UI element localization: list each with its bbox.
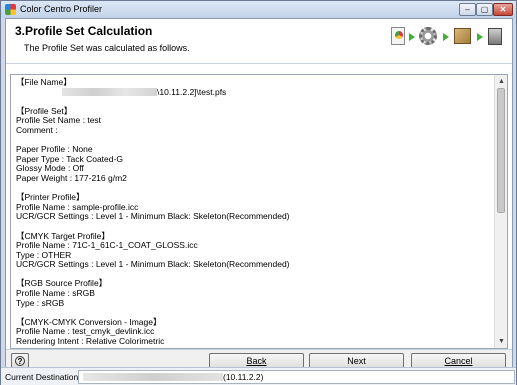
status-bar: Current Destination (10.11.2.2) [1,367,516,385]
scroll-up-icon[interactable]: ▲ [496,76,507,87]
printer-icon [488,28,502,45]
gear-icon [419,27,437,45]
redacted-path [62,88,157,97]
result-line: Comment : [16,124,58,135]
window-title: Color Centro Profiler [20,4,103,14]
color-document-icon [391,27,405,45]
current-destination-value: (10.11.2.2) [223,372,264,382]
result-line: UCR/GCR Settings : Level 1 - Minimum Bla… [16,259,290,270]
vertical-scrollbar[interactable]: ▲ ▼ [494,75,507,348]
result-line: Profile Name : sRGB [16,288,95,299]
workflow-steps [389,25,509,49]
result-line: \10.11.2.2]\test.pfs [16,86,491,98]
result-text-box[interactable]: 【File Name】 \10.11.2.2]\test.pfs 【Profile … [10,74,508,349]
title-bar[interactable]: Color Centro Profiler – ▢ ✕ [1,1,516,18]
result-line: Profile Name : 71C-1_61C-1_COAT_GLOSS.ic… [16,240,198,251]
result-line: UCR/GCR Settings : Level 1 - Minimum Bla… [16,211,290,222]
result-line: Profile Set Name : test [16,115,102,126]
result-line: Type : sRGB [16,297,65,308]
scroll-down-icon[interactable]: ▼ [496,336,507,347]
file-path-text: \10.11.2.2]\test.pfs [157,86,227,97]
app-logo-icon [5,4,16,15]
result-line: Rendering Intent : Relative Colorimetric [16,336,165,347]
wizard-panel: 3.Profile Set Calculation The Profile Se… [5,18,513,382]
wizard-header: 3.Profile Set Calculation The Profile Se… [6,19,512,63]
maximize-button[interactable]: ▢ [476,3,493,16]
current-destination-field: (10.11.2.2) [78,370,515,384]
arrow-right-icon [477,33,483,41]
close-button[interactable]: ✕ [493,3,513,16]
status-label: Current Destination [5,372,79,382]
header-divider [6,63,512,64]
result-line: 【File Name】 [16,77,72,87]
package-icon [454,28,471,44]
minimize-button[interactable]: – [459,3,476,16]
help-icon: ? [15,356,25,366]
result-text: 【File Name】 \10.11.2.2]\test.pfs 【Profile … [16,77,491,347]
scroll-thumb[interactable] [497,88,505,213]
step-subtitle: The Profile Set was calculated as follow… [24,43,190,53]
app-window: Color Centro Profiler – ▢ ✕ 3.Profile Se… [0,0,517,385]
result-line: Paper Weight : 177-216 g/m2 [16,172,127,183]
arrow-right-icon [409,33,415,41]
result-line: Paper Type : Tack Coated-G [16,153,123,164]
step-title: 3.Profile Set Calculation [15,24,153,38]
redacted-destination [83,373,223,381]
arrow-right-icon [443,33,449,41]
